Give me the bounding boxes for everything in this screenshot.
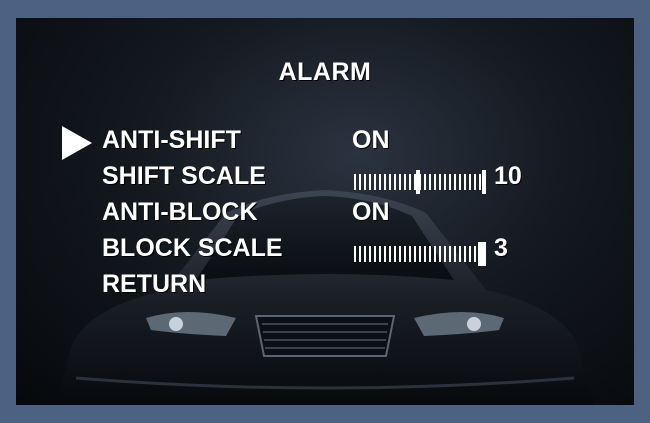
anti-shift-label: ANTI-SHIFT: [102, 126, 241, 154]
shift-scale-slider[interactable]: 10: [354, 162, 522, 194]
anti-shift-value: ON: [352, 126, 390, 154]
menu-item-anti-shift[interactable]: ANTI-SHIFT ON: [102, 126, 622, 160]
shift-scale-label: SHIFT SCALE: [102, 162, 266, 190]
menu-item-shift-scale[interactable]: SHIFT SCALE 10: [102, 162, 622, 196]
anti-block-value: ON: [352, 198, 390, 226]
slider-end-mark: [482, 170, 486, 194]
menu-item-block-scale[interactable]: BLOCK SCALE 3: [102, 234, 622, 268]
return-label: RETURN: [102, 270, 207, 298]
monitor-frame: ALARM ANTI-SHIFT ON SHIFT SCALE 10 ANTI-…: [0, 0, 650, 423]
selection-cursor-icon: [62, 126, 92, 160]
anti-block-label: ANTI-BLOCK: [102, 198, 258, 226]
slider-end-mark: [482, 242, 486, 266]
camera-preview: ALARM ANTI-SHIFT ON SHIFT SCALE 10 ANTI-…: [16, 18, 634, 405]
block-scale-value: 3: [494, 234, 508, 262]
shift-scale-value: 10: [494, 162, 522, 190]
slider-track: [354, 246, 482, 262]
block-scale-slider[interactable]: 3: [354, 234, 508, 266]
menu-item-anti-block[interactable]: ANTI-BLOCK ON: [102, 198, 622, 232]
block-scale-label: BLOCK SCALE: [102, 234, 283, 262]
menu-title: ALARM: [278, 58, 372, 86]
slider-knob[interactable]: [416, 170, 420, 194]
menu-item-return[interactable]: RETURN: [102, 270, 622, 304]
